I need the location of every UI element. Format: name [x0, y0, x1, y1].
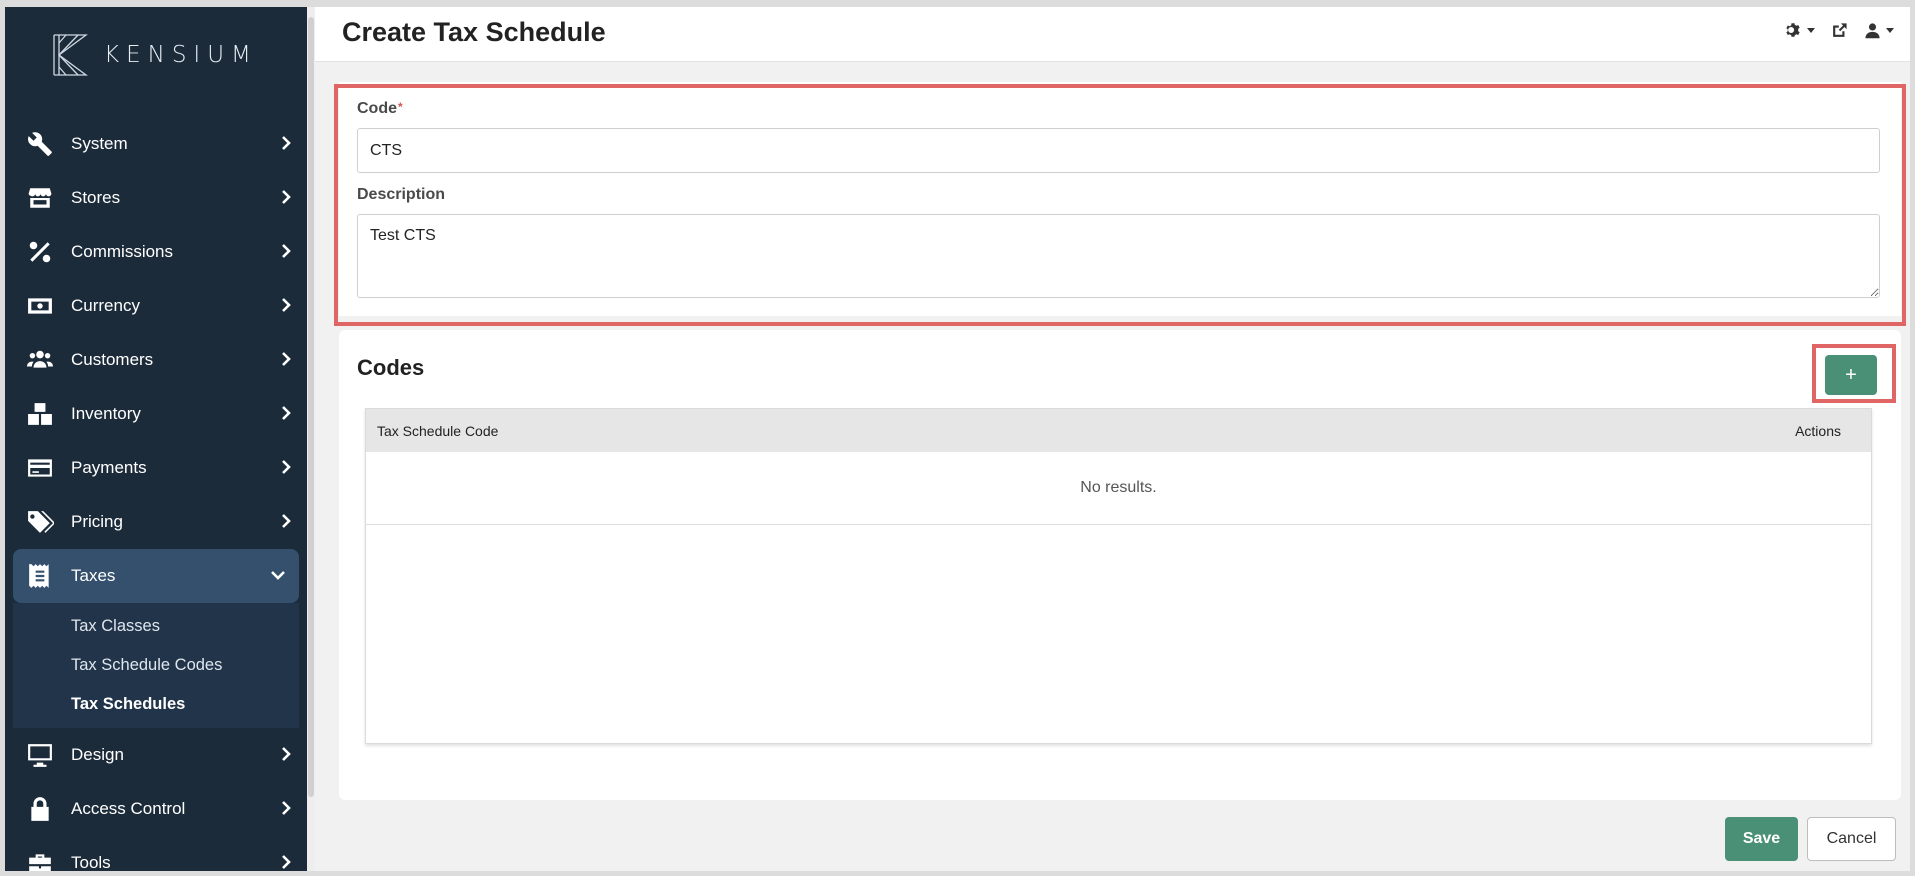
- sidebar-item-label: Currency: [71, 296, 140, 315]
- money-bill-icon: [25, 293, 55, 319]
- receipt-icon: [25, 563, 55, 589]
- chevron-right-icon: [277, 296, 295, 314]
- chevron-right-icon: [277, 404, 295, 422]
- sidebar-item-label: Taxes: [71, 566, 116, 585]
- sidebar-item-inventory[interactable]: Inventory: [5, 387, 307, 441]
- sidebar-item-label: Customers: [71, 350, 154, 369]
- sidebar-item-stores[interactable]: Stores: [5, 171, 307, 225]
- add-code-button[interactable]: +: [1825, 355, 1877, 395]
- chevron-right-icon: [277, 134, 295, 152]
- sidebar-subitem-tax-schedules[interactable]: Tax Schedules: [13, 685, 299, 724]
- taxes-submenu: Tax Classes Tax Schedule Codes Tax Sched…: [13, 603, 299, 728]
- sidebar-item-label: Stores: [71, 188, 121, 207]
- codes-section: Codes + Tax Schedule Code Actions No res…: [339, 330, 1901, 800]
- credit-card-icon: [25, 455, 55, 481]
- sidebar-subitem-tax-classes[interactable]: Tax Classes: [13, 607, 299, 646]
- codes-table: Tax Schedule Code Actions No results.: [365, 408, 1872, 744]
- sidebar-item-label: Pricing: [71, 512, 123, 531]
- user-menu[interactable]: [1864, 22, 1894, 39]
- chevron-right-icon: [277, 745, 295, 763]
- page-title: Create Tax Schedule: [342, 17, 606, 47]
- code-label-text: Code: [357, 100, 397, 117]
- sidebar-item-label: Inventory: [71, 404, 141, 423]
- sidebar-item-label: Tools: [71, 853, 111, 871]
- external-link-icon: [1833, 22, 1847, 37]
- tags-icon: [25, 509, 55, 535]
- tax-schedule-form: Code* Description Test CTS: [339, 82, 1901, 316]
- sidebar-item-tools[interactable]: Tools: [5, 836, 307, 871]
- sidebar-item-taxes[interactable]: Taxes: [13, 549, 299, 603]
- sidebar-item-payments[interactable]: Payments: [5, 441, 307, 495]
- open-external-button[interactable]: [1831, 22, 1848, 39]
- sidebar-item-customers[interactable]: Customers: [5, 333, 307, 387]
- chevron-right-icon: [277, 350, 295, 368]
- chevron-right-icon: [277, 242, 295, 260]
- boxes-icon: [25, 401, 55, 427]
- desktop-icon: [25, 742, 55, 768]
- sidebar: KENSIUM System Stores Commissions Curren…: [5, 7, 315, 871]
- top-bar: Create Tax Schedule: [315, 7, 1910, 62]
- user-icon: [1865, 22, 1880, 38]
- sidebar-item-label: Payments: [71, 458, 147, 477]
- lock-icon: [25, 796, 55, 822]
- sidebar-item-commissions[interactable]: Commissions: [5, 225, 307, 279]
- description-label: Description: [357, 186, 446, 203]
- column-header-actions: Actions: [1795, 422, 1841, 439]
- sidebar-item-system[interactable]: System: [5, 117, 307, 171]
- sidebar-item-design[interactable]: Design: [5, 728, 307, 782]
- save-button[interactable]: Save: [1725, 817, 1798, 861]
- sidebar-item-currency[interactable]: Currency: [5, 279, 307, 333]
- toolbar-icons: [1784, 21, 1910, 39]
- toolbox-icon: [25, 850, 55, 871]
- codes-title: Codes: [357, 355, 425, 380]
- sidebar-item-label: Design: [71, 745, 124, 764]
- users-icon: [25, 347, 55, 373]
- scrollbar-thumb[interactable]: [308, 17, 314, 797]
- table-header: Tax Schedule Code Actions: [366, 409, 1871, 452]
- cancel-button[interactable]: Cancel: [1807, 817, 1896, 861]
- code-label: Code*: [357, 100, 403, 118]
- description-textarea[interactable]: Test CTS: [357, 214, 1880, 298]
- sidebar-item-label: Commissions: [71, 242, 174, 261]
- sidebar-nav: System Stores Commissions Currency Custo…: [5, 117, 307, 871]
- brand-name: KENSIUM: [104, 42, 258, 68]
- chevron-right-icon: [277, 853, 295, 871]
- wrench-icon: [25, 131, 55, 157]
- kensium-logo-icon: [53, 34, 88, 76]
- sidebar-subitem-tax-schedule-codes[interactable]: Tax Schedule Codes: [13, 646, 299, 685]
- column-header-tax-schedule-code[interactable]: Tax Schedule Code: [377, 423, 498, 439]
- gear-icon: [1786, 23, 1800, 37]
- required-marker: *: [398, 100, 403, 114]
- settings-dropdown[interactable]: [1784, 21, 1815, 39]
- empty-state-text: No results.: [1080, 479, 1157, 496]
- sidebar-scrollbar[interactable]: [307, 7, 315, 871]
- empty-state-row: No results.: [366, 452, 1871, 525]
- chevron-right-icon: [277, 512, 295, 530]
- chevron-right-icon: [277, 188, 295, 206]
- chevron-down-icon: [269, 566, 287, 584]
- brand-logo: KENSIUM: [50, 32, 258, 78]
- chevron-right-icon: [277, 799, 295, 817]
- app-frame: KENSIUM System Stores Commissions Curren…: [5, 7, 1910, 871]
- chevron-right-icon: [277, 458, 295, 476]
- sidebar-item-pricing[interactable]: Pricing: [5, 495, 307, 549]
- sidebar-item-access-control[interactable]: Access Control: [5, 782, 307, 836]
- code-input[interactable]: [357, 128, 1880, 173]
- percent-icon: [25, 239, 55, 265]
- sidebar-item-label: Access Control: [71, 799, 186, 818]
- store-icon: [25, 185, 55, 211]
- sidebar-item-label: System: [71, 134, 128, 153]
